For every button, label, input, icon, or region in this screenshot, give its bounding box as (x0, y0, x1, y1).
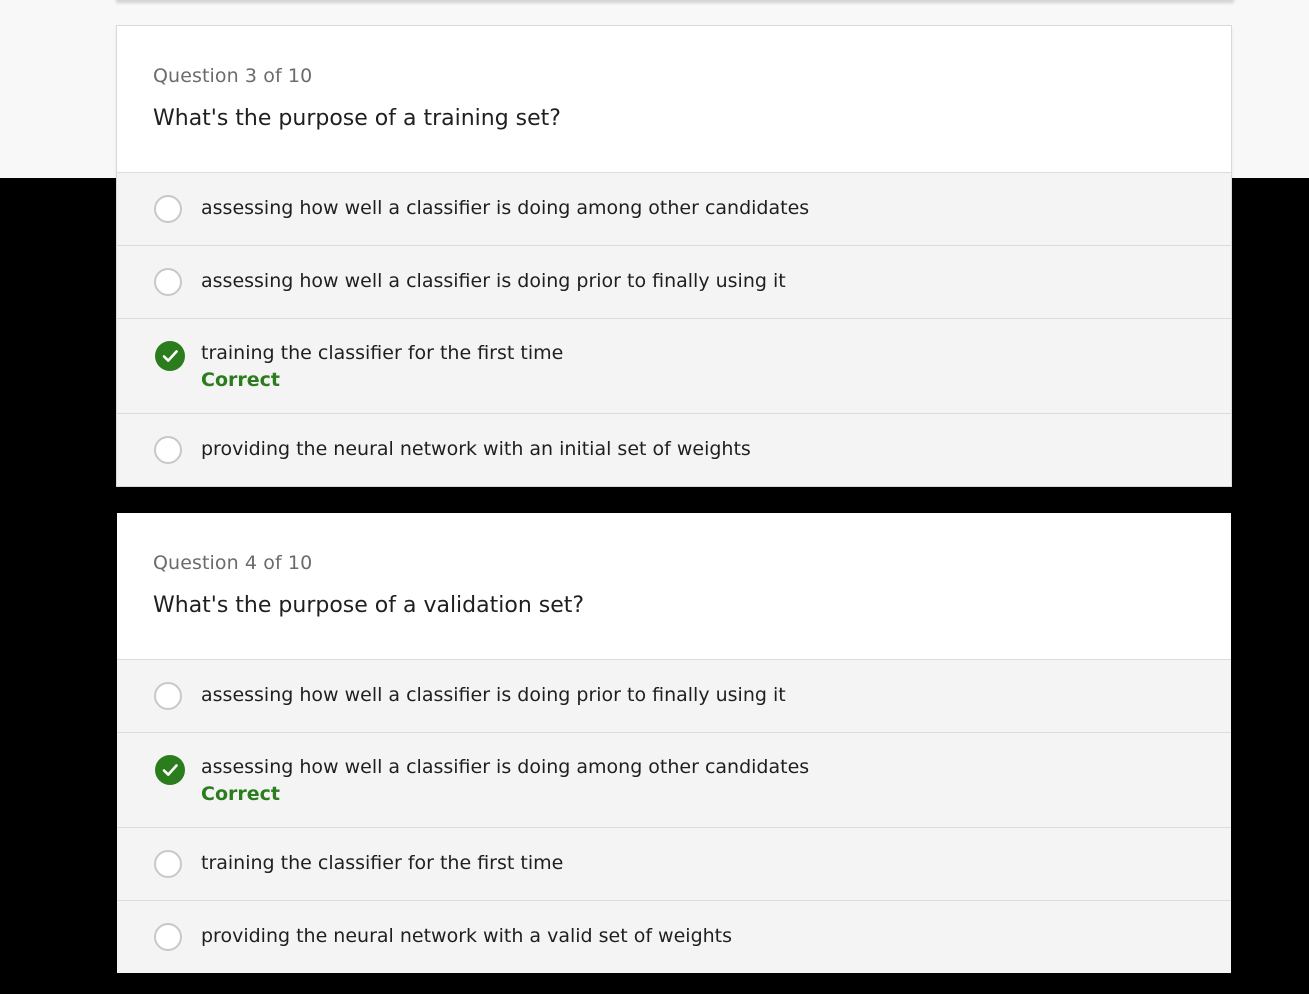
answer-option[interactable]: assessing how well a classifier is doing… (117, 173, 1231, 246)
answer-option-selected[interactable]: assessing how well a classifier is doing… (117, 733, 1231, 828)
answer-option-label: training the classifier for the first ti… (201, 342, 564, 364)
radio-circle-icon[interactable] (154, 923, 182, 951)
question-text: What's the purpose of a validation set? (153, 593, 585, 618)
answer-option[interactable]: providing the neural network with a vali… (117, 901, 1231, 973)
answer-option[interactable]: assessing how well a classifier is doing… (117, 660, 1231, 733)
answer-option-label: assessing how well a classifier is doing… (201, 270, 786, 292)
answer-option-label: assessing how well a classifier is doing… (201, 197, 810, 219)
answer-option-selected[interactable]: training the classifier for the first ti… (117, 319, 1231, 414)
question-counter: Question 3 of 10 (153, 65, 313, 87)
radio-circle-icon[interactable] (154, 682, 182, 710)
question-text: What's the purpose of a training set? (153, 106, 561, 131)
answer-option-label: training the classifier for the first ti… (201, 852, 564, 874)
answer-option[interactable]: training the classifier for the first ti… (117, 828, 1231, 901)
answer-options: assessing how well a classifier is doing… (117, 660, 1231, 973)
question-card-4: Question 4 of 10 What's the purpose of a… (117, 513, 1231, 973)
answer-option-label: assessing how well a classifier is doing… (201, 684, 786, 706)
answer-option-label: providing the neural network with a vali… (201, 925, 733, 947)
answer-option-label: providing the neural network with an ini… (201, 438, 751, 460)
correct-feedback: Correct (201, 783, 280, 805)
radio-circle-icon[interactable] (154, 268, 182, 296)
question-header: Question 3 of 10 What's the purpose of a… (117, 26, 1231, 173)
radio-circle-icon[interactable] (154, 436, 182, 464)
question-card-3: Question 3 of 10 What's the purpose of a… (117, 26, 1231, 486)
radio-circle-icon[interactable] (154, 195, 182, 223)
question-counter: Question 4 of 10 (153, 552, 313, 574)
answer-option-label: assessing how well a classifier is doing… (201, 756, 810, 778)
check-circle-icon[interactable] (155, 341, 185, 371)
previous-question-card-edge (116, 0, 1234, 1)
answer-option[interactable]: providing the neural network with an ini… (117, 414, 1231, 486)
correct-feedback: Correct (201, 369, 280, 391)
radio-circle-icon[interactable] (154, 850, 182, 878)
answer-options: assessing how well a classifier is doing… (117, 173, 1231, 486)
question-header: Question 4 of 10 What's the purpose of a… (117, 513, 1231, 660)
check-circle-icon[interactable] (155, 755, 185, 785)
answer-option[interactable]: assessing how well a classifier is doing… (117, 246, 1231, 319)
